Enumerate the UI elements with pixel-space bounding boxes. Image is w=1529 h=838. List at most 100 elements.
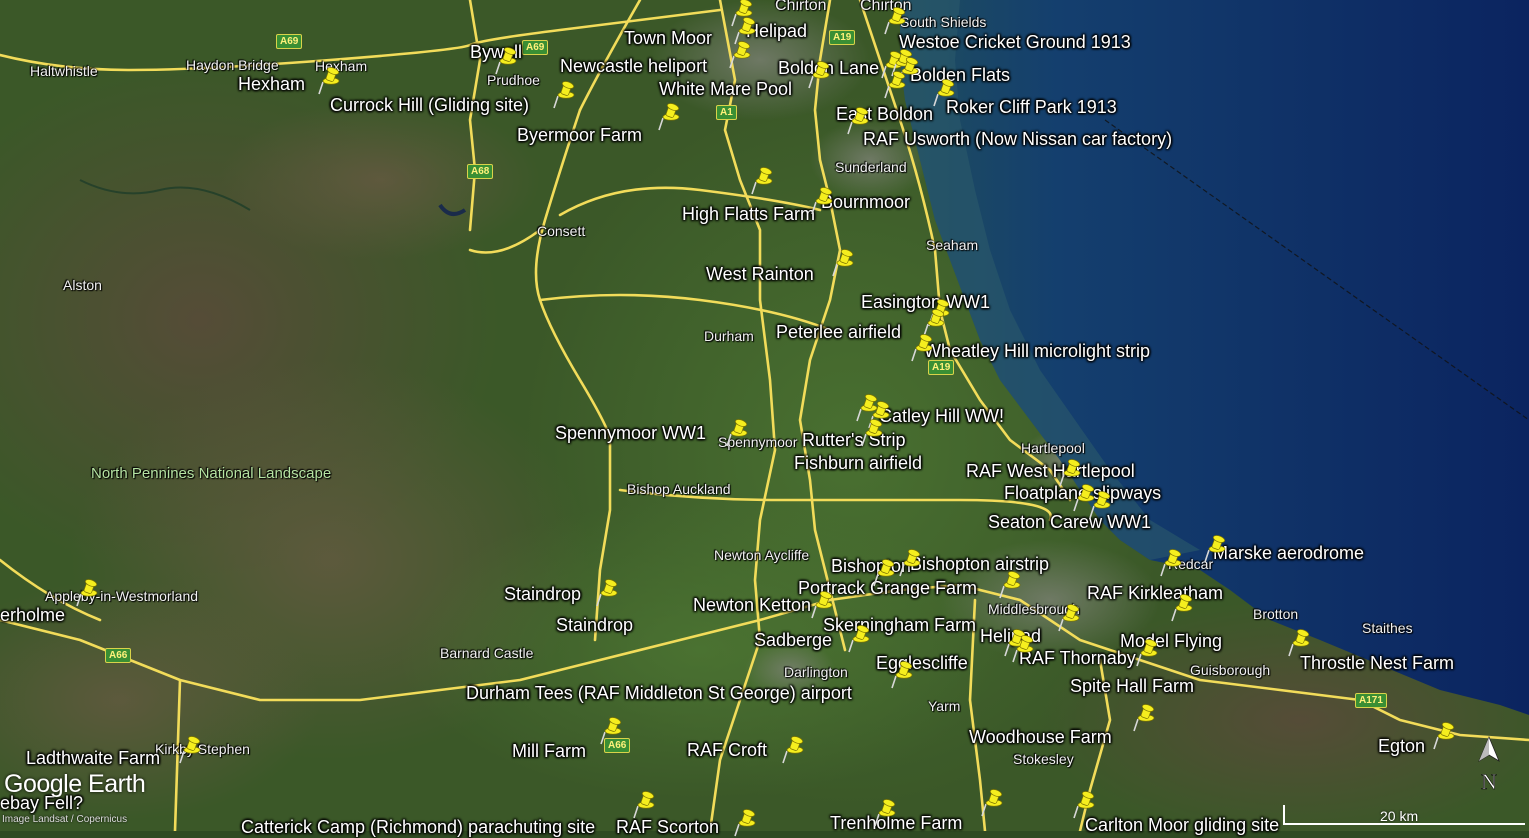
- place-seaham: Seaham: [926, 237, 979, 253]
- pin-label-white-mare-pool[interactable]: White Mare Pool: [659, 80, 792, 98]
- pushpin-icon[interactable]: [809, 186, 835, 216]
- pin-label-raf-west-hartlepool[interactable]: RAF West Hartlepool: [966, 462, 1135, 480]
- place-yarm: Yarm: [928, 698, 961, 714]
- pushpin-icon[interactable]: [846, 624, 872, 654]
- pin-label-rutters-strip[interactable]: Rutter's Strip: [802, 431, 905, 449]
- pushpin-icon[interactable]: [1431, 721, 1457, 751]
- pushpin-icon[interactable]: [749, 166, 775, 196]
- pushpin-icon[interactable]: [1134, 638, 1160, 668]
- place-alston: Alston: [63, 277, 102, 293]
- pin-label-roker-cliff[interactable]: Roker Cliff Park 1913: [946, 98, 1117, 116]
- pin-label-erholme[interactable]: erholme: [0, 606, 65, 624]
- pin-label-sadberge[interactable]: Sadberge: [754, 631, 832, 649]
- pin-label-woodhouse[interactable]: Woodhouse Farm: [969, 728, 1112, 746]
- pin-label-ladthwaite[interactable]: Ladthwaite Farm: [26, 749, 160, 767]
- pin-label-westoe[interactable]: Westoe Cricket Ground 1913: [899, 33, 1131, 51]
- pushpin-icon[interactable]: [1169, 593, 1195, 623]
- pin-label-raf-kirkleatham[interactable]: RAF Kirkleatham: [1087, 584, 1223, 602]
- pin-label-bishopton-airstrip[interactable]: Bishopton airstrip: [910, 555, 1049, 573]
- pin-label-spite-hall[interactable]: Spite Hall Farm: [1070, 677, 1194, 695]
- pin-label-durham-tees[interactable]: Durham Tees (RAF Middleton St George) ai…: [466, 684, 852, 702]
- pushpin-icon[interactable]: [897, 548, 923, 578]
- pushpin-icon[interactable]: [889, 660, 915, 690]
- pushpin-icon[interactable]: [316, 66, 342, 96]
- pin-label-wheatley-hill[interactable]: Wheatley Hill microlight strip: [924, 342, 1150, 360]
- pin-label-byermoor[interactable]: Byermoor Farm: [517, 126, 642, 144]
- pushpin-icon[interactable]: [74, 578, 100, 608]
- place-bishop-auckland: Bishop Auckland: [627, 481, 731, 497]
- place-darlington: Darlington: [784, 664, 848, 680]
- pushpin-icon[interactable]: [177, 735, 203, 765]
- road-shield: A171: [1355, 693, 1387, 708]
- place-hartlepool: Hartlepool: [1021, 440, 1085, 456]
- pushpin-icon[interactable]: [909, 333, 935, 363]
- pushpin-icon[interactable]: [780, 735, 806, 765]
- pushpin-icon[interactable]: [656, 102, 682, 132]
- pin-label-currock-hill[interactable]: Currock Hill (Gliding site): [330, 96, 529, 114]
- pin-label-west-rainton[interactable]: West Rainton: [706, 265, 814, 283]
- pushpin-icon[interactable]: [493, 46, 519, 76]
- pin-label-high-flatts[interactable]: High Flatts Farm: [682, 205, 815, 223]
- pushpin-icon[interactable]: [1131, 703, 1157, 733]
- pin-label-town-moor[interactable]: Town Moor: [624, 29, 712, 47]
- pushpin-icon[interactable]: [845, 106, 871, 136]
- place-appleby: Appleby-in-Westmorland: [45, 588, 199, 604]
- pin-label-staindrop-a[interactable]: Staindrop: [504, 585, 581, 603]
- pushpin-icon[interactable]: [1087, 490, 1113, 520]
- pin-label-catley-hill[interactable]: Catley Hill WW!: [879, 407, 1004, 425]
- pin-label-raf-usworth[interactable]: RAF Usworth (Now Nissan car factory): [863, 130, 1172, 148]
- pushpin-icon[interactable]: [594, 578, 620, 608]
- pushpin-icon[interactable]: [997, 570, 1023, 600]
- pushpin-icon[interactable]: [732, 808, 758, 838]
- place-haydon-bridge: Haydon Bridge: [186, 57, 279, 73]
- pin-label-staindrop-b[interactable]: Staindrop: [556, 616, 633, 634]
- pin-label-spennymoor-ww1[interactable]: Spennymoor WW1: [555, 424, 706, 442]
- place-south-shields: South Shields: [900, 14, 987, 30]
- pushpin-icon[interactable]: [872, 798, 898, 828]
- pin-label-raf-croft[interactable]: RAF Croft: [687, 741, 767, 759]
- pushpin-icon[interactable]: [1010, 634, 1036, 664]
- pushpin-icon[interactable]: [724, 418, 750, 448]
- pushpin-icon[interactable]: [882, 6, 908, 36]
- pushpin-icon[interactable]: [551, 80, 577, 110]
- pin-label-hexham[interactable]: Hexham: [238, 75, 305, 93]
- pin-label-fishburn[interactable]: Fishburn airfield: [794, 454, 922, 472]
- road-shield: A68: [467, 164, 494, 179]
- pin-label-seaton-carew[interactable]: Seaton Carew WW1: [988, 513, 1151, 531]
- pin-label-newton-ketton[interactable]: Newton Ketton: [693, 596, 811, 614]
- pushpin-icon[interactable]: [1286, 628, 1312, 658]
- pin-label-catterick[interactable]: Catterick Camp (Richmond) parachuting si…: [241, 818, 595, 836]
- pin-label-mill-farm[interactable]: Mill Farm: [512, 742, 586, 760]
- pushpin-icon[interactable]: [631, 790, 657, 820]
- place-barnard-castle: Barnard Castle: [440, 645, 534, 661]
- pin-label-newcastle-heliport[interactable]: Newcastle heliport: [560, 57, 707, 75]
- pushpin-icon[interactable]: [931, 78, 957, 108]
- road-shield: A1: [716, 105, 737, 120]
- pin-label-peterlee[interactable]: Peterlee airfield: [776, 323, 901, 341]
- pushpin-icon[interactable]: [1056, 603, 1082, 633]
- pushpin-icon[interactable]: [830, 248, 856, 278]
- pin-label-marske[interactable]: Marske aerodrome: [1213, 544, 1364, 562]
- pushpin-icon[interactable]: [809, 590, 835, 620]
- pushpin-icon[interactable]: [806, 60, 832, 90]
- pin-label-raf-thornaby[interactable]: RAF Thornaby: [1019, 649, 1136, 667]
- pushpin-icon[interactable]: [727, 40, 753, 70]
- pushpin-icon[interactable]: [598, 716, 624, 746]
- pushpin-icon[interactable]: [1071, 790, 1097, 820]
- pin-label-egton[interactable]: Egton: [1378, 737, 1425, 755]
- place-national-landscape: North Pennines National Landscape: [91, 465, 332, 482]
- place-haltwhistle: Haltwhistle: [30, 63, 98, 79]
- pushpin-icon[interactable]: [1202, 534, 1228, 564]
- imagery-credit: Image Landsat / Copernicus: [2, 814, 128, 825]
- pushpin-icon[interactable]: [882, 70, 908, 100]
- pin-label-bolden-flats[interactable]: Bolden Flats: [910, 66, 1010, 84]
- pushpin-icon[interactable]: [979, 788, 1005, 818]
- place-newton-aycliffe: Newton Aycliffe: [714, 547, 810, 563]
- pin-label-throstle-nest[interactable]: Throstle Nest Farm: [1300, 654, 1454, 672]
- pushpin-icon[interactable]: [871, 558, 897, 588]
- pushpin-icon[interactable]: [859, 418, 885, 448]
- north-arrow-icon[interactable]: N: [1472, 735, 1506, 797]
- pushpin-icon[interactable]: [1158, 548, 1184, 578]
- pin-label-carlton-moor[interactable]: Carlton Moor gliding site: [1085, 816, 1279, 834]
- pin-label-raf-scorton[interactable]: RAF Scorton: [616, 818, 719, 836]
